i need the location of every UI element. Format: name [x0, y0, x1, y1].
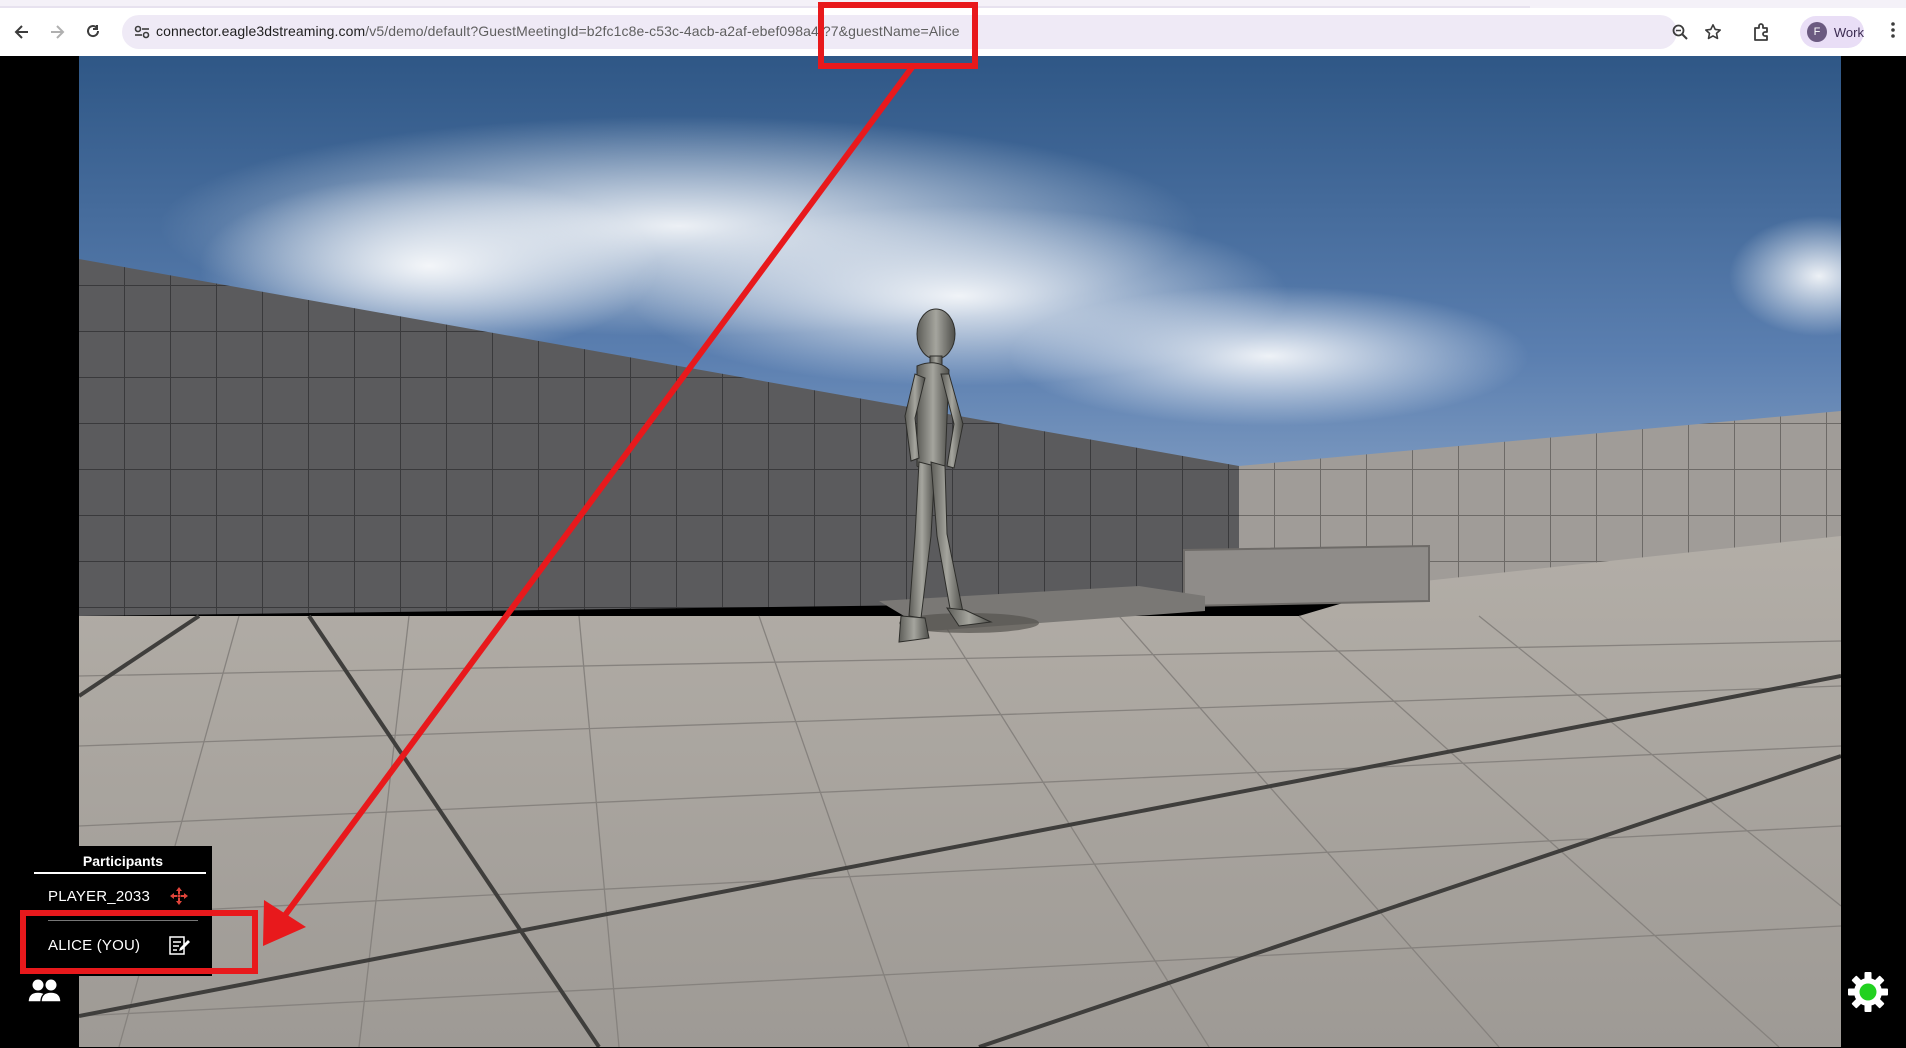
annotation-arrow: [263, 64, 916, 946]
